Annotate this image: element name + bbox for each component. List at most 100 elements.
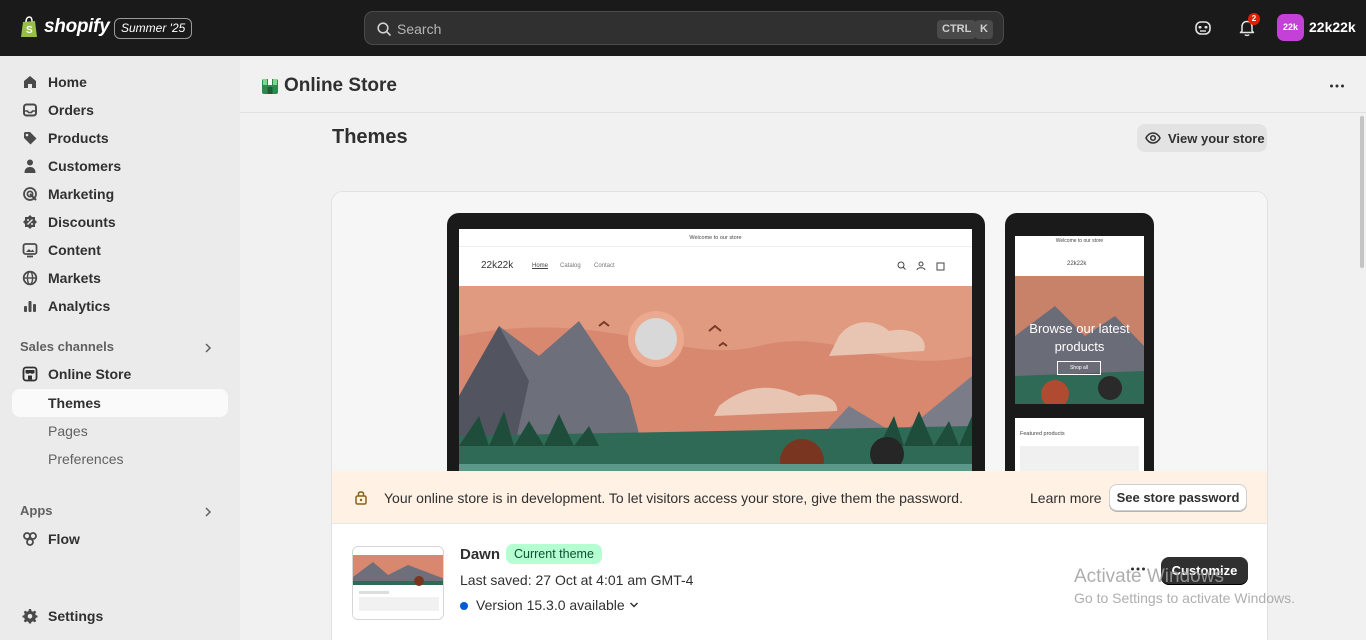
store-name-button[interactable]: 22k22k xyxy=(1309,19,1356,35)
preview-announcement: Welcome to our store xyxy=(459,229,972,247)
shortcut-k-key: K xyxy=(975,20,993,39)
more-horizontal-icon[interactable] xyxy=(1328,77,1346,95)
sidebar-item-label: Customers xyxy=(48,158,122,174)
current-theme-badge: Current theme xyxy=(506,544,602,564)
tag-icon xyxy=(24,132,37,145)
sidebar-item-label: Markets xyxy=(48,270,101,286)
store-avatar[interactable]: 22k xyxy=(1277,14,1304,41)
shortcut-ctrl-key: CTRL xyxy=(937,20,977,39)
page-header: Online Store xyxy=(240,56,1366,113)
sidebar-item-label: Content xyxy=(48,242,101,258)
theme-thumbnail-image xyxy=(353,547,443,619)
sidebar-item-label: Marketing xyxy=(48,186,115,202)
logo-text: shopify xyxy=(44,16,110,37)
learn-more-link[interactable]: Learn more xyxy=(1030,490,1102,506)
sidebar-item-marketing[interactable]: Marketing xyxy=(12,180,228,208)
sidebar-item-label: Products xyxy=(48,130,109,146)
lock-icon xyxy=(355,491,367,505)
sidebar-item-home[interactable]: Home xyxy=(12,68,228,96)
sidebar-item-products[interactable]: Products xyxy=(12,124,228,152)
theme-preview[interactable]: Welcome to our store 22k22k Home Catalog… xyxy=(332,192,1267,471)
apps-heading[interactable]: Apps xyxy=(20,503,53,518)
mobile-hero-text: Browse our latest products xyxy=(1029,321,1130,354)
view-store-label: View your store xyxy=(1168,131,1265,146)
sidebar-item-orders[interactable]: Orders xyxy=(12,96,228,124)
image-icon xyxy=(22,243,38,258)
target-icon xyxy=(23,187,37,201)
desktop-preview-screen: Welcome to our store 22k22k Home Catalog… xyxy=(459,229,972,471)
sidebar-item-markets[interactable]: Markets xyxy=(12,264,228,292)
sidekick-icon xyxy=(1195,21,1211,35)
search-icon xyxy=(377,22,391,36)
preview-header-icons xyxy=(897,261,945,271)
sidebar-item-themes[interactable]: Themes xyxy=(12,389,228,417)
mobile-preview-screen: Welcome to our store 22k22k Browse our l… xyxy=(1015,236,1144,471)
themes-heading: Themes xyxy=(332,126,408,148)
notifications-button[interactable]: 2 xyxy=(1235,13,1260,40)
search-bar[interactable]: CTRL K xyxy=(364,11,1004,45)
sidebar-item-online-store[interactable]: Online Store xyxy=(12,360,228,388)
preview-store-name: 22k22k xyxy=(481,260,514,271)
scrollbar-thumb[interactable] xyxy=(1360,116,1364,268)
development-banner: Your online store is in development. To … xyxy=(332,471,1267,523)
flow-icon xyxy=(23,532,37,546)
sidebar-item-settings[interactable]: Settings xyxy=(12,602,228,630)
gear-icon xyxy=(22,609,38,624)
page-title: Online Store xyxy=(284,75,397,96)
see-store-password-button[interactable]: See store password xyxy=(1109,484,1247,511)
sidebar-item-label: Pages xyxy=(48,423,88,439)
theme-thumbnail[interactable] xyxy=(352,546,444,620)
eye-icon xyxy=(1145,132,1161,144)
sidebar-item-flow[interactable]: Flow xyxy=(12,525,228,553)
globe-icon xyxy=(22,270,38,286)
edition-badge[interactable]: Summer '25 xyxy=(114,18,193,39)
shopify-bag-icon: S xyxy=(21,16,37,37)
preview-hero-illustration xyxy=(459,286,972,471)
preview-nav-contact: Contact xyxy=(594,263,615,269)
home-icon xyxy=(24,76,36,88)
shopify-logo[interactable]: S shopify xyxy=(20,16,110,38)
svg-text:S: S xyxy=(26,25,33,36)
online-store-icon xyxy=(262,79,278,94)
person-icon xyxy=(24,159,36,173)
discount-icon xyxy=(23,215,37,229)
banner-message: Your online store is in development. To … xyxy=(384,490,963,506)
sidebar-item-label: Preferences xyxy=(48,451,124,467)
desktop-preview: Welcome to our store 22k22k Home Catalog… xyxy=(447,213,985,471)
mobile-featured-heading: Featured products xyxy=(1020,431,1065,437)
inbox-icon xyxy=(23,103,37,117)
version-available-text[interactable]: Version 15.3.0 available xyxy=(476,597,625,613)
mobile-store-name: 22k22k xyxy=(1067,261,1087,267)
version-status-dot xyxy=(460,602,468,610)
sidebar-item-pages[interactable]: Pages xyxy=(12,417,228,445)
chevron-right-icon[interactable] xyxy=(202,506,214,518)
theme-name: Dawn xyxy=(460,546,501,563)
sidebar-item-label: Themes xyxy=(48,395,101,411)
sidebar-item-label: Online Store xyxy=(48,366,132,382)
chevron-down-icon[interactable] xyxy=(629,601,639,609)
sidebar-item-analytics[interactable]: Analytics xyxy=(12,292,228,320)
sidebar-item-customers[interactable]: Customers xyxy=(12,152,228,180)
sidebar-item-preferences[interactable]: Preferences xyxy=(12,445,228,473)
mobile-product-placeholder xyxy=(1020,446,1139,471)
mobile-preview: Welcome to our store 22k22k Browse our l… xyxy=(1005,213,1154,471)
sidebar-item-discounts[interactable]: Discounts xyxy=(12,208,228,236)
sales-channels-heading[interactable]: Sales channels xyxy=(20,339,114,354)
sidebar-item-content[interactable]: Content xyxy=(12,236,228,264)
sidebar-item-label: Home xyxy=(48,74,87,90)
sidebar-item-label: Analytics xyxy=(48,298,111,314)
notification-count-badge: 2 xyxy=(1248,13,1260,25)
customize-button[interactable]: Customize xyxy=(1161,557,1248,585)
sidebar-item-label: Discounts xyxy=(48,214,116,230)
sidebar-item-label: Flow xyxy=(48,531,80,547)
sidebar-item-label: Settings xyxy=(48,608,104,624)
view-your-store-button[interactable]: View your store xyxy=(1137,124,1267,152)
preview-nav-catalog: Catalog xyxy=(560,263,581,269)
more-horizontal-icon[interactable] xyxy=(1129,560,1147,578)
mobile-shop-all-button: Shop all xyxy=(1057,361,1101,375)
current-theme-card: Welcome to our store 22k22k Home Catalog… xyxy=(331,191,1268,640)
search-input[interactable] xyxy=(397,18,917,40)
chevron-right-icon[interactable] xyxy=(202,342,214,354)
sidekick-button[interactable] xyxy=(1191,16,1215,40)
current-theme-row: Dawn Current theme Last saved: 27 Oct at… xyxy=(332,523,1267,640)
